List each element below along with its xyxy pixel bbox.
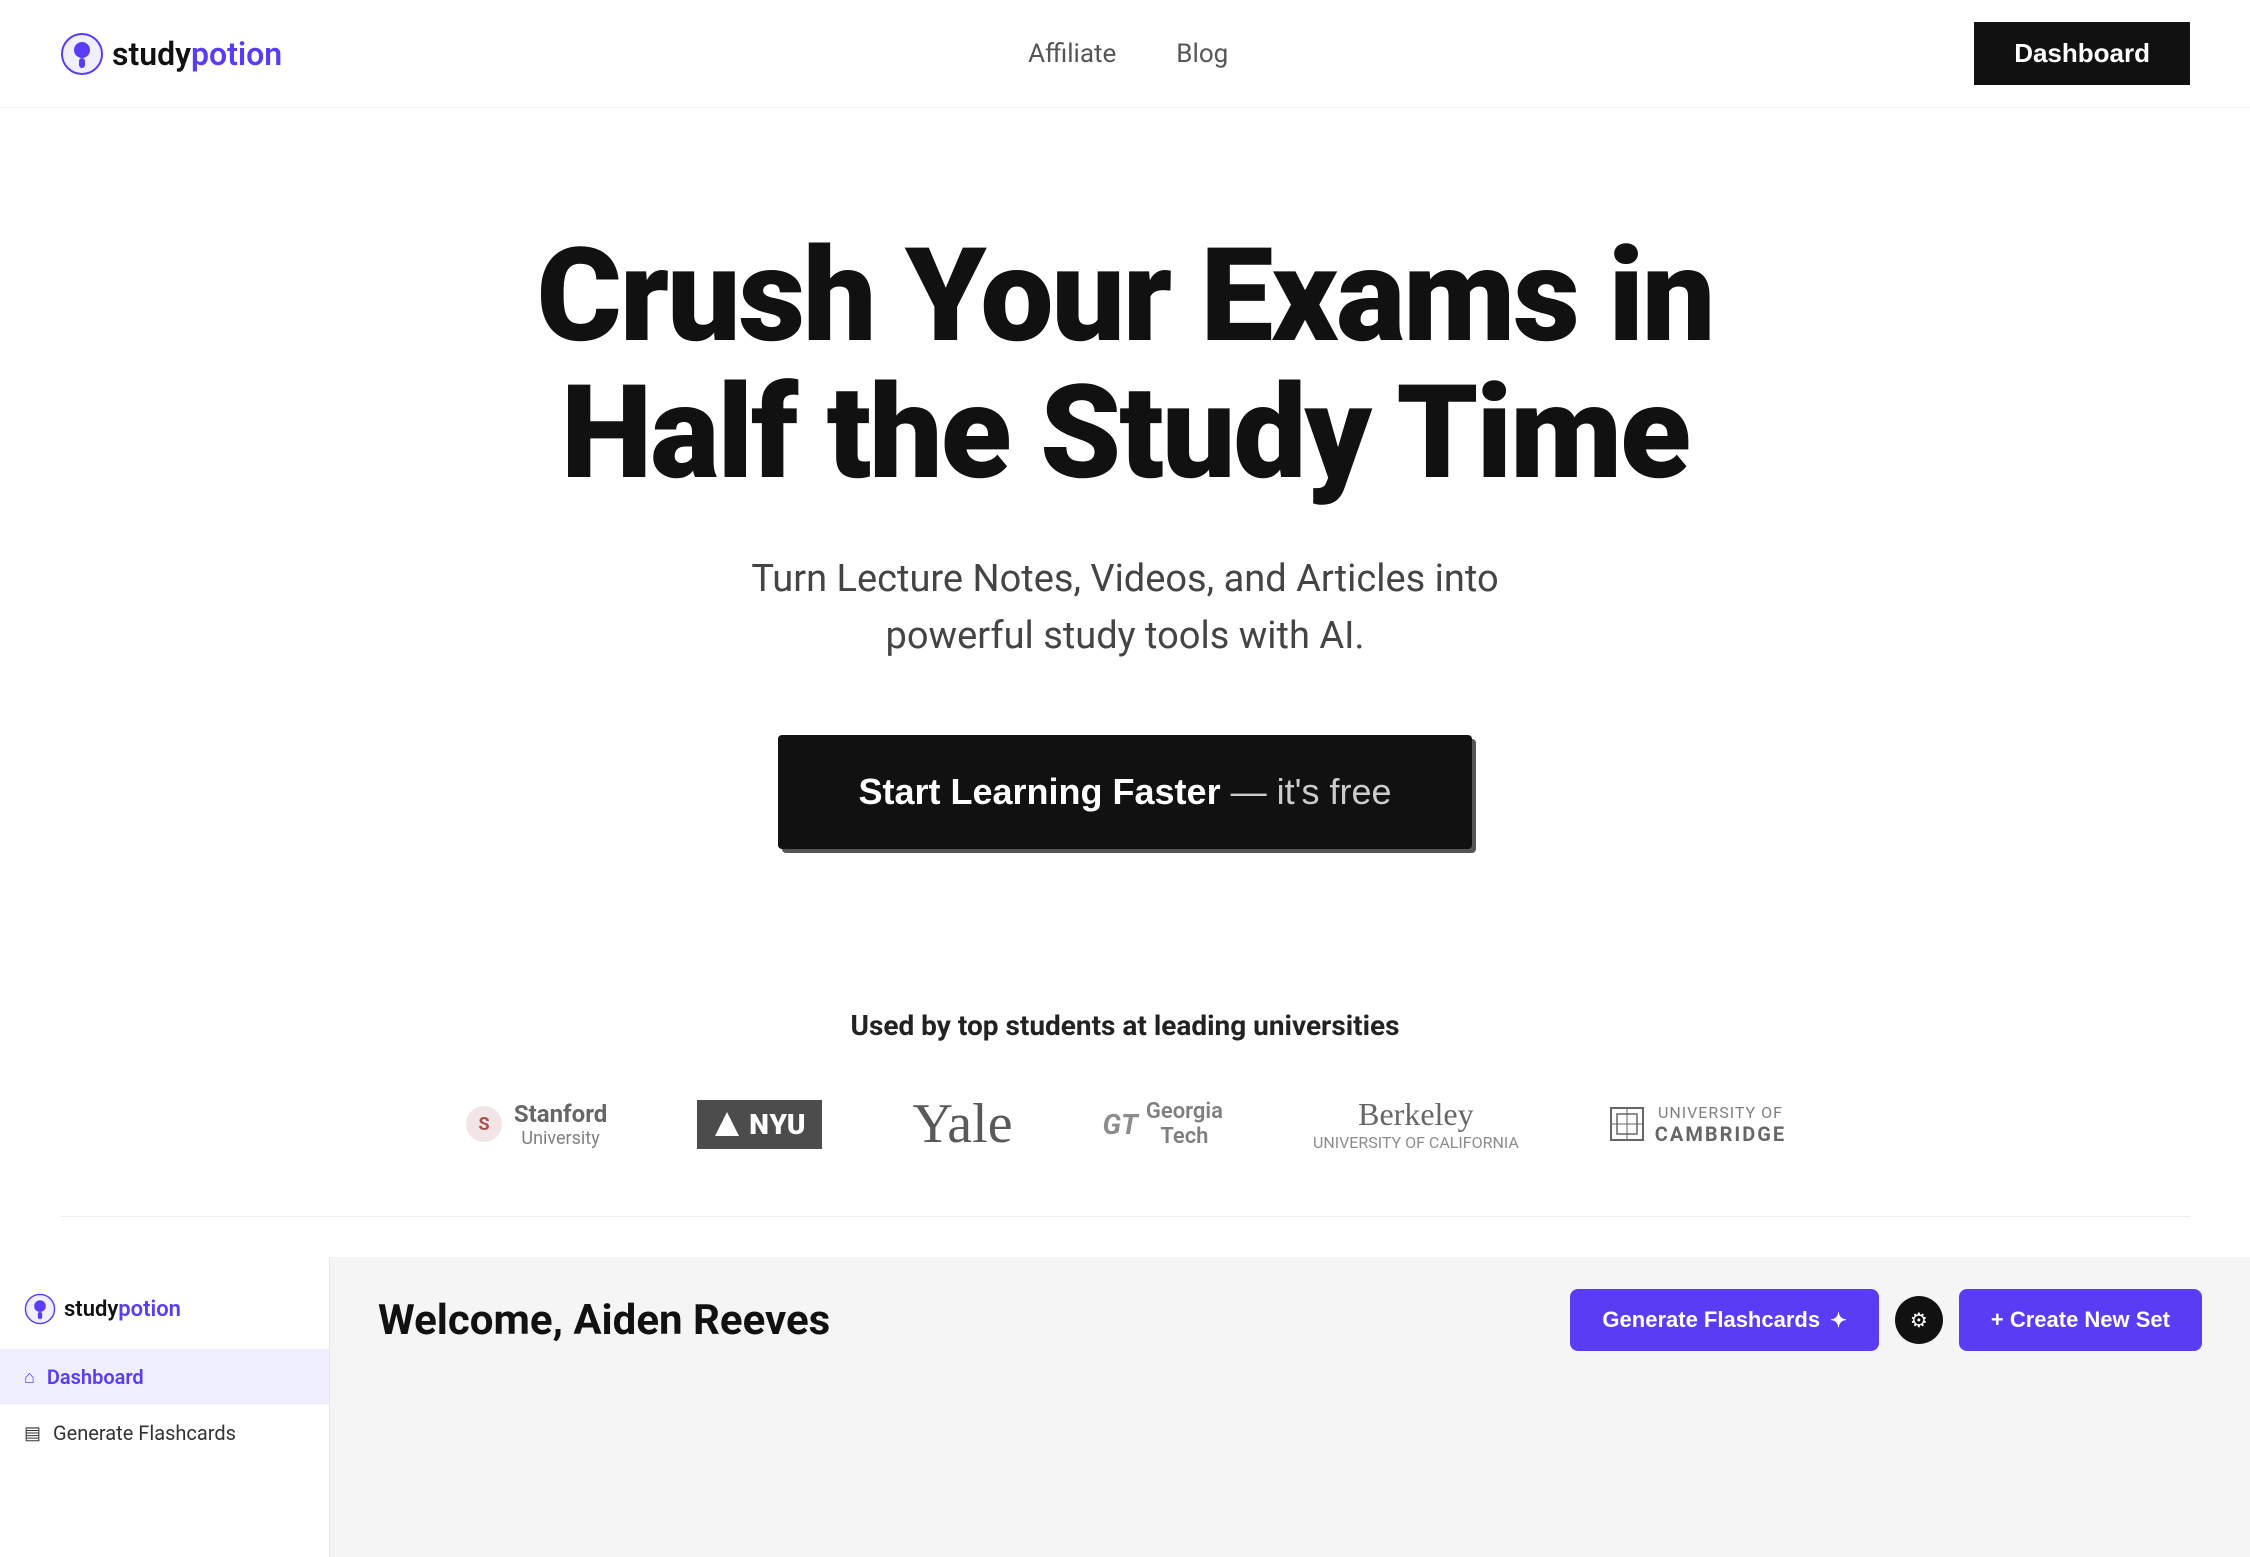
sidebar-item-generate-flashcards[interactable]: ▤ Generate Flashcards (0, 1405, 329, 1461)
cta-main-text: Start Learning Faster (858, 771, 1220, 812)
welcome-title: Welcome, Aiden Reeves (378, 1296, 830, 1345)
flashcard-icon: ▤ (24, 1423, 41, 1444)
sidebar-logo-potion: potion (118, 1297, 181, 1322)
georgia-tech-logo: GT Georgia Tech (1103, 1099, 1223, 1149)
berkeley-logo: Berkeley UNIVERSITY OF CALIFORNIA (1313, 1096, 1519, 1152)
sidebar-logo: studypotion (0, 1277, 329, 1349)
navbar: studypotion Affiliate Blog Dashboard (0, 0, 2250, 108)
generate-flashcards-label: Generate Flashcards (1602, 1307, 1820, 1333)
universities-section: Used by top students at leading universi… (0, 929, 2250, 1216)
dashboard-button[interactable]: Dashboard (1974, 22, 2190, 85)
logo-study-text: study (112, 35, 191, 73)
main-header: Welcome, Aiden Reeves Generate Flashcard… (378, 1289, 2202, 1351)
cta-free-text: — it's free (1231, 771, 1392, 812)
logo-icon (60, 32, 104, 76)
nav-affiliate[interactable]: Affiliate (1028, 39, 1116, 69)
settings-icon: ⚙ (1910, 1308, 1928, 1332)
logo[interactable]: studypotion (60, 32, 282, 76)
cambridge-icon (1609, 1106, 1645, 1142)
generate-flashcards-button[interactable]: Generate Flashcards ✦ (1570, 1289, 1878, 1351)
cambridge-logo: UNIVERSITY OF CAMBRIDGE (1609, 1103, 1786, 1146)
svg-text:S: S (478, 1114, 489, 1135)
stanford-logo: S Stanford University (464, 1100, 607, 1149)
sidebar-logo-icon (24, 1293, 56, 1325)
hero-section: Crush Your Exams in Half the Study Time … (0, 108, 2250, 929)
sidebar-generate-label: Generate Flashcards (53, 1421, 236, 1445)
create-new-set-button[interactable]: + Create New Set (1959, 1289, 2202, 1351)
logo-potion-text: potion (191, 35, 282, 73)
stanford-icon: S (464, 1104, 504, 1144)
sidebar-item-dashboard[interactable]: ⌂ Dashboard (0, 1349, 329, 1405)
divider (60, 1216, 2190, 1217)
hero-cta-button[interactable]: Start Learning Faster — it's free (778, 735, 1471, 849)
nyu-logo: NYU (697, 1100, 822, 1149)
university-logos: S Stanford University NYU Yale GT Geo (60, 1092, 2190, 1156)
universities-label: Used by top students at leading universi… (60, 1009, 2190, 1042)
nyu-icon (713, 1110, 741, 1138)
hero-subtitle: Turn Lecture Notes, Videos, and Articles… (675, 551, 1575, 665)
sidebar-logo-study: study (64, 1297, 118, 1322)
yale-logo: Yale (912, 1092, 1012, 1156)
home-icon: ⌂ (24, 1367, 35, 1388)
main-actions: Generate Flashcards ✦ ⚙ + Create New Set (1570, 1289, 2202, 1351)
sidebar: studypotion ⌂ Dashboard ▤ Generate Flash… (0, 1257, 330, 1557)
hero-title: Crush Your Exams in Half the Study Time (425, 228, 1825, 501)
sidebar-dashboard-label: Dashboard (47, 1365, 144, 1389)
main-content: Welcome, Aiden Reeves Generate Flashcard… (330, 1257, 2250, 1557)
nav-links: Affiliate Blog (1028, 39, 1228, 69)
settings-icon-button[interactable]: ⚙ (1895, 1296, 1943, 1344)
magic-wand-icon: ✦ (1830, 1308, 1847, 1333)
dashboard-preview: studypotion ⌂ Dashboard ▤ Generate Flash… (0, 1257, 2250, 1557)
nav-blog[interactable]: Blog (1176, 39, 1228, 69)
